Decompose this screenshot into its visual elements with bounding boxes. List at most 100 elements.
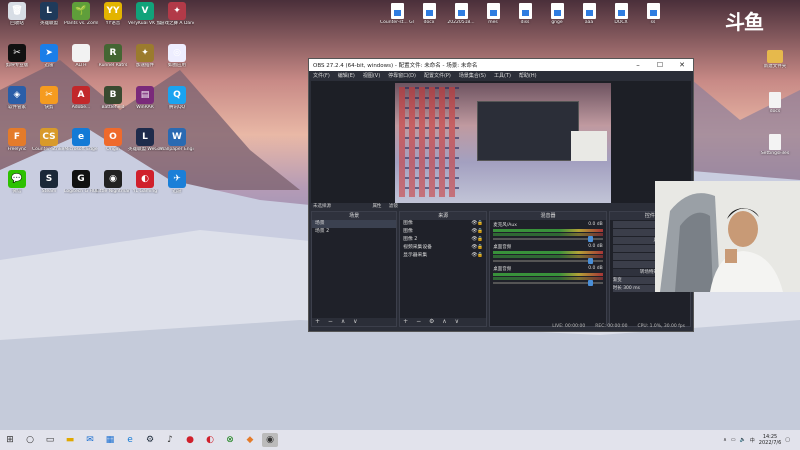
obs-preview[interactable]: 未选择源 属性 滤镜 — [311, 81, 693, 209]
source-item[interactable]: 视频采集设备 👁🔒 — [400, 244, 486, 252]
store-icon[interactable]: ▦ — [102, 433, 118, 447]
windows-start-icon[interactable]: ⊞ — [2, 433, 18, 447]
filters-button[interactable]: 滤镜 — [389, 204, 398, 209]
properties-button[interactable]: 属性 — [372, 204, 381, 209]
menu-edit[interactable]: 编辑(E) — [338, 72, 355, 79]
desktop-icon-label: 新建文件夹 — [763, 64, 787, 69]
file-icon[interactable]: docx — [412, 3, 446, 25]
close-icon[interactable]: ✕ — [671, 61, 693, 69]
desktop-icon[interactable]: ◎ 如图应用 — [160, 44, 194, 68]
file-icon[interactable]: aaa — [572, 3, 606, 25]
desktop-icon[interactable]: L英雄联盟 WeGame — [128, 128, 162, 152]
desktop-icon[interactable]: ◐ YL Gaming — [128, 170, 162, 194]
mixer-channel[interactable]: 桌面音频 0.0 dB — [490, 264, 605, 286]
menu-file[interactable]: 文件(F) — [313, 72, 330, 79]
steam-icon[interactable]: ⚙ — [142, 433, 158, 447]
menu-help[interactable]: 帮助(H) — [519, 72, 537, 79]
task-view-icon[interactable]: ▭ — [42, 433, 58, 447]
desktop-icon[interactable]: 🗑 回收站 — [0, 2, 34, 26]
desktop-icon[interactable]: F Freelync — [0, 128, 34, 152]
mixer-title: 混音器 — [490, 212, 606, 220]
app-icon: V — [136, 2, 154, 20]
file-icon[interactable]: Counter-st... Global O... — [380, 3, 414, 25]
document-icon — [769, 92, 781, 108]
file-label: mes — [488, 20, 498, 25]
obs-window[interactable]: OBS 27.2.4 (64-bit, windows) - 配置文件: 未命名… — [308, 58, 694, 332]
app-icon[interactable]: ◐ — [202, 433, 218, 447]
desktop-icon[interactable]: ✦ 加速插件 — [128, 44, 162, 68]
mixer-channel[interactable]: 桌面音频 0.0 dB — [490, 242, 605, 264]
file-icon[interactable]: gnge — [540, 3, 574, 25]
desktop-icon[interactable]: ALTH — [64, 44, 98, 68]
file-icon[interactable]: diss — [508, 3, 542, 25]
desktop-icon[interactable]: ◈ 软件管家 — [0, 86, 34, 110]
desktop-icon[interactable]: L 英雄联盟 — [32, 2, 66, 26]
desktop-icon[interactable]: CSCounter-Strike Global Off... — [32, 128, 66, 152]
desktop-icon[interactable]: YY YY语音 — [96, 2, 130, 26]
search-icon[interactable]: ○ — [22, 433, 38, 447]
file-icon[interactable]: mes — [476, 3, 510, 25]
desktop-icon-label: 英雄联盟 WeGame — [128, 147, 162, 152]
scene-item[interactable]: 场景 2 — [312, 228, 396, 236]
desktop-icon[interactable]: e Microsoft Edge — [64, 128, 98, 152]
desktop-icon[interactable]: VVeryKuai VK 加速器 — [128, 2, 162, 26]
file-icon[interactable]: ss — [636, 3, 670, 25]
netease-icon[interactable]: ● — [182, 433, 198, 447]
app-icon: G — [72, 170, 90, 188]
app-icon: ◎ — [168, 44, 186, 62]
volume-icon[interactable]: 🔈 — [740, 437, 746, 443]
file-explorer-icon[interactable]: ▬ — [62, 433, 78, 447]
menu-view[interactable]: 视图(V) — [363, 72, 380, 79]
app-icon: CS — [40, 128, 58, 146]
menu-scene-collection[interactable]: 场景集合(S) — [459, 72, 486, 79]
desktop-icon-label: 如图应用 — [168, 63, 186, 68]
desktop-icon[interactable]: ◉Little Nightmares — [96, 170, 130, 194]
clock[interactable]: 14:25 2022/7/6 — [759, 434, 781, 446]
file-icon[interactable]: DOCX — [604, 3, 638, 25]
app-icon: 🌱 — [72, 2, 90, 20]
edge-icon[interactable]: e — [122, 433, 138, 447]
desktop-icon[interactable]: ✦游戏之舞 A Dance of F... — [160, 2, 194, 26]
desktop-icon[interactable]: ▤ WinRAR — [128, 86, 162, 110]
source-item[interactable]: 图像 2 👁🔒 — [400, 236, 486, 244]
xbox-icon[interactable]: ⊗ — [222, 433, 238, 447]
ime-icon[interactable]: 中 — [750, 437, 755, 444]
desktop-icon[interactable]: R Runnel Ratrs — [96, 44, 130, 68]
maximize-icon[interactable]: ☐ — [649, 61, 671, 69]
desktop-icon[interactable]: S Steam — [32, 170, 66, 194]
desktop-icon[interactable]: docs — [758, 92, 792, 114]
chevron-up-icon[interactable]: ∧ — [723, 437, 727, 443]
mixer-channel[interactable]: 麦克风/Aux 0.0 dB — [490, 220, 605, 242]
source-item[interactable]: 图像 👁🔒 — [400, 228, 486, 236]
desktop-icon[interactable]: WWallpaper Engine — [160, 128, 194, 152]
desktop-icon[interactable]: Q 腾讯QQ — [160, 86, 194, 110]
minimize-icon[interactable]: – — [627, 61, 649, 69]
file-icon[interactable]: 20220518... — [444, 3, 478, 25]
menu-profile[interactable]: 配置文件(P) — [424, 72, 451, 79]
tiktok-icon[interactable]: ♪ — [162, 433, 178, 447]
source-item[interactable]: 显示器采集 👁🔒 — [400, 252, 486, 260]
desktop-icon[interactable]: ✈ 迅游 — [160, 170, 194, 194]
desktop-icon[interactable]: 🌱Plants vs. Zombies G... — [64, 2, 98, 26]
desktop-icon[interactable]: ✂ 快剪 — [32, 86, 66, 110]
network-icon[interactable]: ▭ — [731, 437, 736, 443]
obs-titlebar[interactable]: OBS 27.2.4 (64-bit, windows) - 配置文件: 未命名… — [309, 59, 693, 71]
scene-item[interactable]: 场景 — [312, 220, 397, 228]
desktop-icon[interactable]: O Origin — [96, 128, 130, 152]
desktop-icon[interactable]: SettingsFiles — [758, 134, 792, 156]
desktop-icon[interactable]: 新建文件夹 — [758, 50, 792, 69]
desktop-icon[interactable]: ✂ 剪映专业版 — [0, 44, 34, 68]
app-orange-icon[interactable]: ◆ — [242, 433, 258, 447]
douyu-logo: 斗鱼 — [725, 10, 764, 34]
obs-taskbar-icon[interactable]: ◉ — [262, 433, 278, 447]
desktop-icon[interactable]: A Adobe... — [64, 86, 98, 110]
desktop-icon[interactable]: B Battlefield — [96, 86, 130, 110]
desktop-icon[interactable]: G Logitech G HUB — [64, 170, 98, 194]
menu-tools[interactable]: 工具(T) — [494, 72, 511, 79]
desktop-icon[interactable]: ➤ 迅雷 — [32, 44, 66, 68]
menu-docks[interactable]: 停靠窗口(D) — [388, 72, 416, 79]
desktop-icon[interactable]: 💬 微信 — [0, 170, 34, 194]
mail-icon[interactable]: ✉ — [82, 433, 98, 447]
notification-icon[interactable]: ▢ — [785, 437, 790, 443]
source-item[interactable]: 图像 👁🔒 — [400, 220, 486, 228]
